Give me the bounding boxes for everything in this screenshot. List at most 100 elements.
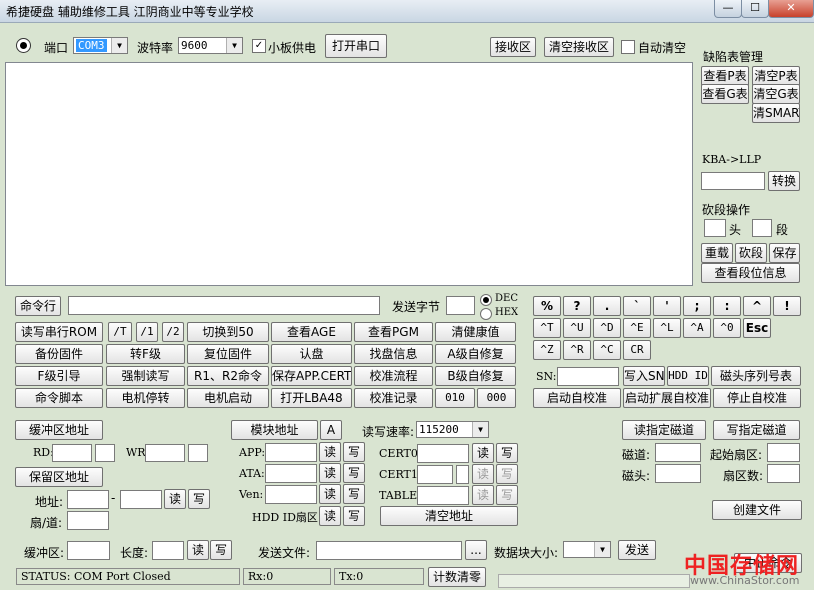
r1-r2-command-button[interactable]: R1、R2命令	[187, 366, 269, 386]
send-file-input[interactable]	[316, 541, 462, 560]
key-colon-button[interactable]: :	[713, 296, 741, 316]
key-ctrl-d-button[interactable]: ^D	[593, 318, 621, 338]
detect-disk-button[interactable]: 认盘	[271, 344, 352, 364]
buffer-input[interactable]	[67, 541, 110, 560]
stop-auto-calib-button[interactable]: 停止自校准	[713, 388, 801, 408]
to-f-level-button[interactable]: 转F级	[106, 344, 185, 364]
hdd-id-write-button[interactable]: 写	[343, 506, 365, 526]
key-ctrl-e-button[interactable]: ^E	[623, 318, 651, 338]
view-p-button[interactable]: 查看P表	[701, 66, 749, 86]
rd-input-2[interactable]	[95, 444, 115, 462]
command-input[interactable]	[68, 296, 380, 315]
table-read-button[interactable]: 读	[472, 485, 494, 505]
seg-input[interactable]	[752, 219, 772, 237]
cert1-write-button[interactable]: 写	[496, 464, 518, 484]
reset-count-button[interactable]: 计数清零	[428, 567, 486, 587]
head-serial-button[interactable]: 磁头序列号表	[711, 366, 801, 386]
key-ctrl-a-button[interactable]: ^A	[683, 318, 711, 338]
cert1-read-button[interactable]: 读	[472, 464, 494, 484]
port-select[interactable]: COM3 ▼	[73, 37, 128, 54]
track-input[interactable]	[655, 443, 701, 462]
addr-from-input[interactable]	[67, 490, 109, 509]
find-disk-info-button[interactable]: 找盘信息	[354, 344, 433, 364]
close-button[interactable]: ✕	[768, 0, 814, 18]
ata-input[interactable]	[265, 464, 317, 483]
key-percent-button[interactable]: %	[533, 296, 561, 316]
slash-t-button[interactable]: /T	[108, 322, 132, 342]
dec-radio[interactable]	[480, 294, 492, 306]
start-auto-calib-button[interactable]: 启动自校准	[533, 388, 621, 408]
rw-serial-rom-button[interactable]: 读写串行ROM	[15, 322, 103, 342]
code-010-button[interactable]: 010	[435, 388, 475, 408]
block-size-select[interactable]: ▼	[563, 541, 611, 558]
backup-firmware-button[interactable]: 备份固件	[15, 344, 103, 364]
table-write-button[interactable]: 写	[496, 485, 518, 505]
ven-write-button[interactable]: 写	[343, 484, 365, 504]
a-level-repair-button[interactable]: A级自修复	[435, 344, 516, 364]
convert-button[interactable]: 转换	[768, 171, 800, 191]
key-ctrl-c-button[interactable]: ^C	[593, 340, 621, 360]
save-button[interactable]: 保存	[769, 243, 800, 263]
code-000-button[interactable]: 000	[477, 388, 516, 408]
browse-button[interactable]: ...	[465, 540, 487, 560]
view-pgm-button[interactable]: 查看PGM	[354, 322, 433, 342]
cert0-input[interactable]	[417, 444, 469, 463]
rebuild-button[interactable]: 重载	[701, 243, 733, 263]
sn-input[interactable]	[557, 367, 619, 386]
write-track-button[interactable]: 写指定磁道	[713, 420, 800, 440]
switch-to-50-button[interactable]: 切换到50	[187, 322, 269, 342]
motor-stop-button[interactable]: 电机停转	[106, 388, 185, 408]
force-rw-button[interactable]: 强制读写	[106, 366, 185, 386]
slash-1-button[interactable]: /1	[136, 322, 158, 342]
key-esc-button[interactable]: Esc	[743, 318, 771, 338]
clear-p-button[interactable]: 清空P表	[752, 66, 800, 86]
receive-area-button[interactable]: 接收区	[490, 37, 536, 57]
view-seg-info-button[interactable]: 查看段位信息	[701, 263, 800, 283]
key-ctrl-r-button[interactable]: ^R	[563, 340, 591, 360]
length-input[interactable]	[152, 541, 184, 560]
key-question-button[interactable]: ?	[563, 296, 591, 316]
clear-addr-button[interactable]: 清空地址	[380, 506, 518, 526]
create-file-button[interactable]: 创建文件	[712, 500, 802, 520]
key-caret-button[interactable]: ^	[743, 296, 771, 316]
sector-track-input[interactable]	[67, 511, 109, 530]
motor-start-button[interactable]: 电机启动	[187, 388, 269, 408]
start-sector-input[interactable]	[767, 443, 800, 462]
module-addr-button[interactable]: 模块地址	[231, 420, 318, 440]
view-g-button[interactable]: 查看G表	[701, 84, 749, 104]
sector-count-input[interactable]	[767, 464, 800, 483]
reset-firmware-button[interactable]: 复位固件	[187, 344, 269, 364]
key-semicolon-button[interactable]: ;	[683, 296, 711, 316]
addr-read-button[interactable]: 读	[164, 489, 186, 509]
wr-input[interactable]	[145, 444, 185, 462]
send-bytes-input[interactable]	[446, 296, 475, 315]
board-power-checkbox[interactable]: ✓	[252, 39, 266, 53]
key-dot-button[interactable]: .	[593, 296, 621, 316]
app-read-button[interactable]: 读	[319, 442, 341, 462]
save-app-cert-button[interactable]: 保存APP.CERT	[271, 366, 352, 386]
write-sn-button[interactable]: 写入SN	[623, 366, 665, 386]
minimize-button[interactable]: —	[714, 0, 742, 18]
cert0-read-button[interactable]: 读	[472, 443, 494, 463]
hdd-id-read-button[interactable]: 读	[319, 506, 341, 526]
key-ctrl-z-button[interactable]: ^Z	[533, 340, 561, 360]
hdd-id-button[interactable]: HDD ID	[667, 366, 709, 386]
head-track-input[interactable]	[655, 464, 701, 483]
key-ctrl-t-button[interactable]: ^T	[533, 318, 561, 338]
cut-button[interactable]: 砍段	[735, 243, 767, 263]
view-age-button[interactable]: 查看AGE	[271, 322, 352, 342]
addr-to-input[interactable]	[120, 490, 162, 509]
key-quote-button[interactable]: '	[653, 296, 681, 316]
key-ctrl-u-button[interactable]: ^U	[563, 318, 591, 338]
hex-radio[interactable]	[480, 308, 492, 320]
cert1-input-2[interactable]	[456, 465, 469, 484]
calib-record-button[interactable]: 校准记录	[354, 388, 433, 408]
module-a-button[interactable]: A	[320, 420, 342, 440]
f-level-boot-button[interactable]: F级引导	[15, 366, 103, 386]
addr-write-button[interactable]: 写	[188, 489, 210, 509]
rd-input[interactable]	[52, 444, 92, 462]
length-write-button[interactable]: 写	[210, 540, 232, 560]
key-cr-button[interactable]: CR	[623, 340, 651, 360]
read-track-button[interactable]: 读指定磁道	[622, 420, 706, 440]
command-script-button[interactable]: 命令脚本	[15, 388, 103, 408]
